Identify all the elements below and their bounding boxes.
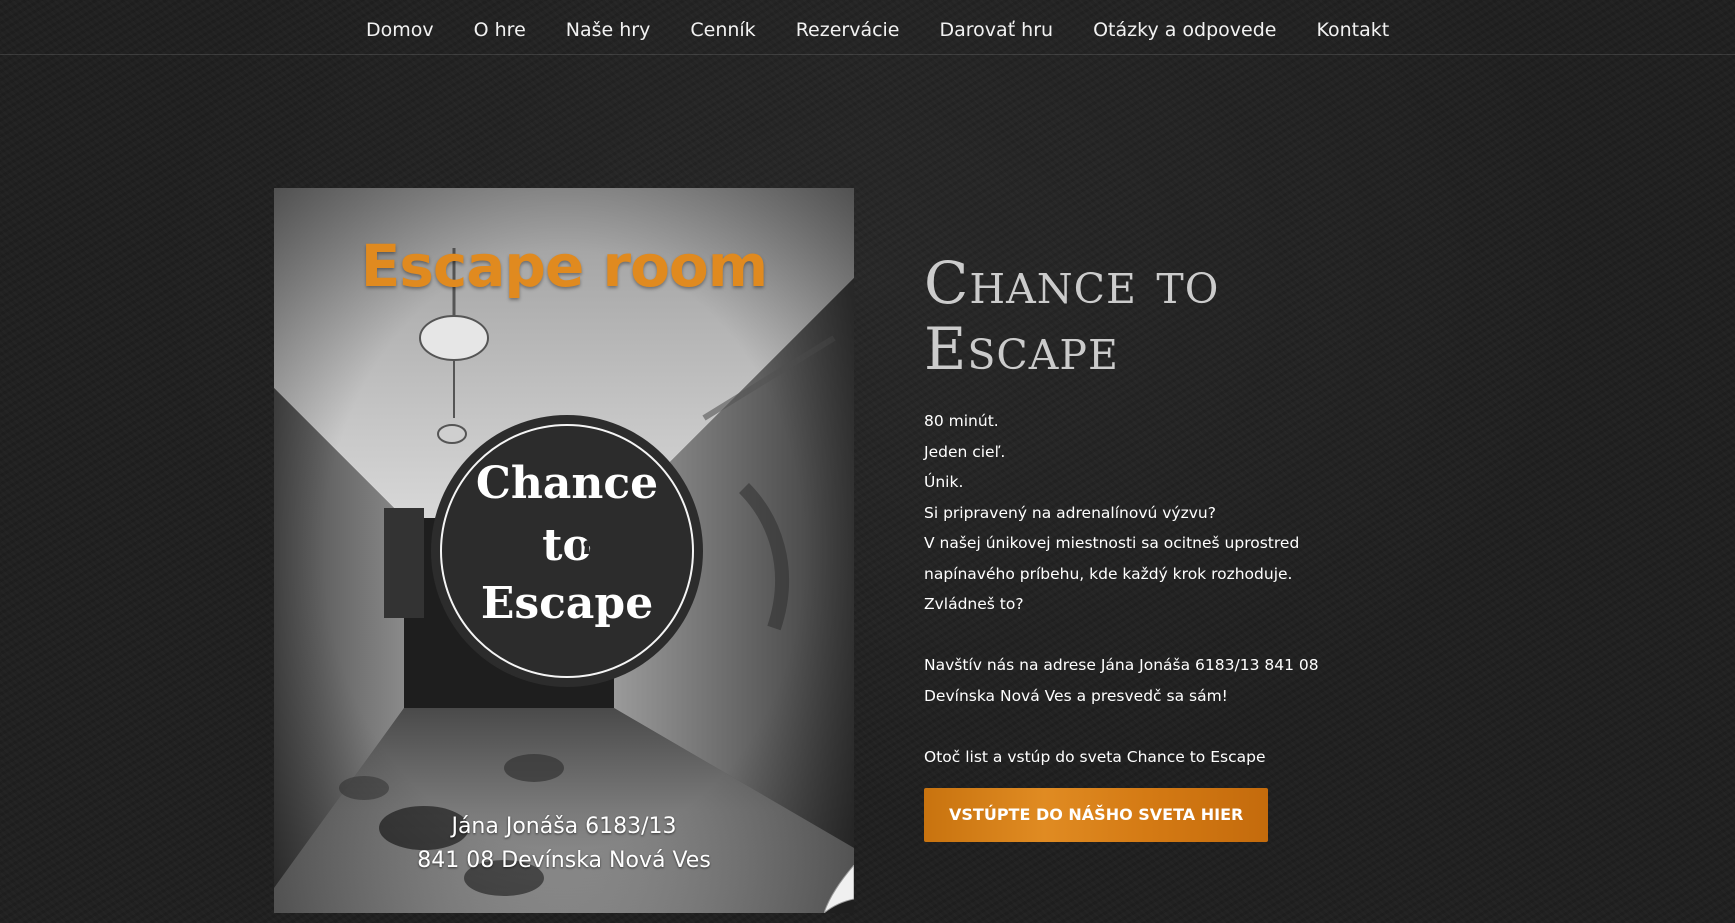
poster-heading: Escape room bbox=[360, 232, 768, 300]
intro-line: V našej únikovej miestnosti sa ocitneš u… bbox=[924, 534, 1300, 552]
nav-item-otazky-a-odpovede[interactable]: Otázky a odpovede bbox=[1093, 18, 1276, 42]
page-title: Chance to Escape bbox=[924, 249, 1220, 383]
intro-text: 80 minút. Jeden cieľ. Únik. Si pripraven… bbox=[924, 406, 1384, 772]
nav-item-domov[interactable]: Domov bbox=[366, 18, 434, 42]
intro-line: Únik. bbox=[924, 473, 964, 491]
nav-item-darovat-hru[interactable]: Darovať hru bbox=[940, 18, 1054, 42]
nav-item-cennik[interactable]: Cenník bbox=[690, 18, 755, 42]
nav-item-nase-hry[interactable]: Naše hry bbox=[566, 18, 651, 42]
nav-item-rezervacie[interactable]: Rezervácie bbox=[796, 18, 900, 42]
intro-line: 80 minút. bbox=[924, 412, 999, 430]
enter-world-button[interactable]: Vstúpte do nášho sveta hier bbox=[924, 788, 1269, 842]
intro-line: Si pripravený na adrenalínovú výzvu? bbox=[924, 503, 1216, 522]
logo-line-2: to bbox=[542, 520, 592, 571]
escape-room-poster[interactable]: Escape room Chance to Escape Jána Jonáša… bbox=[274, 188, 854, 913]
logo-line-1: Chance bbox=[475, 458, 659, 509]
page-curl-icon[interactable] bbox=[824, 865, 854, 913]
intro-line: Jeden cieľ. bbox=[924, 442, 1006, 461]
poster-address-street: Jána Jonáša 6183/13 bbox=[451, 814, 677, 839]
visit-line: Devínska Nová Ves a presvedč sa sám! bbox=[924, 686, 1228, 705]
keyhole-icon bbox=[583, 540, 591, 554]
nav-menu: Domov O hre Naše hry Cenník Rezervácie D… bbox=[366, 18, 1389, 42]
nav-item-o-hre[interactable]: O hre bbox=[474, 18, 526, 42]
intro-line: napínavého príbehu, kde každý krok rozho… bbox=[924, 564, 1293, 583]
chance-to-escape-logo: Chance to Escape bbox=[432, 416, 702, 686]
top-navigation: Domov O hre Naše hry Cenník Rezervácie D… bbox=[0, 0, 1735, 55]
poster-address-city: 841 08 Devínska Nová Ves bbox=[417, 848, 711, 873]
nav-item-kontakt[interactable]: Kontakt bbox=[1316, 18, 1389, 42]
turn-page-text: Otoč list a vstúp do sveta Chance to Esc… bbox=[924, 747, 1266, 766]
intro-section: Chance to Escape 80 minút. Jeden cieľ. Ú… bbox=[924, 250, 1384, 842]
visit-line: Navštív nás na adrese Jána Jonáša 6183/1… bbox=[924, 656, 1319, 674]
logo-line-3: Escape bbox=[480, 578, 654, 629]
intro-line: Zvládneš to? bbox=[924, 595, 1024, 613]
